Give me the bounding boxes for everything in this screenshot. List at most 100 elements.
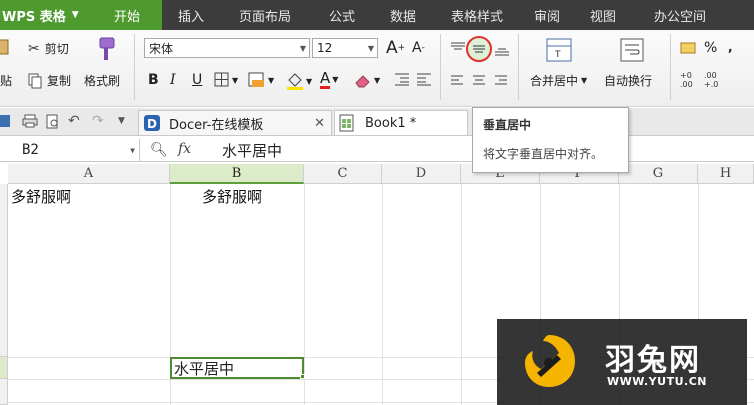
tab-page-layout[interactable]: 页面布局 xyxy=(220,0,310,30)
row-header[interactable] xyxy=(0,379,8,405)
bold-button[interactable]: B xyxy=(148,72,159,88)
format-painter-icon xyxy=(92,36,116,62)
underline-button[interactable]: U xyxy=(192,72,202,88)
column-header-a[interactable]: A xyxy=(8,164,170,184)
paste-icon xyxy=(0,39,9,55)
grid-line xyxy=(382,184,383,405)
decrease-decimal-button[interactable]: .00 +.0 xyxy=(704,70,722,88)
font-size-select[interactable]: 12 ▼ xyxy=(312,38,378,58)
decrease-decimal-icon: .00+.0 xyxy=(704,71,718,88)
spreadsheet-file-icon xyxy=(339,114,354,132)
wrap-text-button[interactable]: 自动换行 xyxy=(604,72,652,89)
italic-button[interactable]: I xyxy=(170,72,176,88)
indent-decrease-icon xyxy=(395,73,409,86)
name-box[interactable]: B2 ▼ xyxy=(0,139,140,161)
indent-decrease-button[interactable] xyxy=(394,72,410,86)
separator xyxy=(440,34,441,100)
svg-text:T: T xyxy=(554,50,561,60)
formula-bar: B2 ▼ 🔍︎ fx 水平居中 xyxy=(0,138,754,162)
align-middle-icon xyxy=(473,45,485,53)
increase-decimal-icon: +0.00 xyxy=(680,71,693,88)
indent-increase-button[interactable] xyxy=(416,72,432,86)
format-painter-button[interactable]: 格式刷 xyxy=(84,72,120,89)
borders-button[interactable]: ▼ xyxy=(214,72,238,88)
cell-style-button[interactable]: ▼ xyxy=(248,72,274,88)
cut-button[interactable]: ✂ 剪切 xyxy=(28,40,69,57)
percent-button[interactable]: % xyxy=(704,40,717,56)
column-header-b[interactable]: B xyxy=(170,164,304,184)
scissors-icon: ✂ xyxy=(28,40,40,57)
redo-icon[interactable]: ↷ xyxy=(92,113,104,129)
app-menu-button[interactable]: WPS 表格 ▼ xyxy=(0,0,92,30)
column-header-d[interactable]: D xyxy=(382,164,461,184)
tab-view[interactable]: 视图 xyxy=(572,0,634,30)
row-header[interactable] xyxy=(0,184,8,357)
svg-text:.00: .00 xyxy=(680,80,693,88)
paste-button[interactable] xyxy=(0,38,10,56)
chevron-down-icon: ▼ xyxy=(332,75,339,84)
shrink-font-label: A xyxy=(412,40,422,56)
font-color-button[interactable]: A ▼ xyxy=(320,70,338,89)
chevron-down-icon: ▼ xyxy=(367,43,374,53)
tab-table-style[interactable]: 表格样式 xyxy=(432,0,522,30)
comma-style-button[interactable]: , xyxy=(728,40,733,54)
docer-logo-icon: D xyxy=(144,115,160,131)
active-cell[interactable]: 水平居中 xyxy=(170,357,304,379)
tab-insert[interactable]: 插入 xyxy=(162,0,220,30)
shrink-font-button[interactable]: A- xyxy=(412,40,425,56)
align-right-button[interactable] xyxy=(494,74,508,86)
align-bottom-icon xyxy=(495,48,509,56)
tab-data[interactable]: 数据 xyxy=(374,0,432,30)
column-header-c[interactable]: C xyxy=(304,164,382,184)
formula-input[interactable]: 水平居中 xyxy=(222,138,282,162)
print-preview-icon[interactable] xyxy=(46,114,60,129)
font-color-icon: A xyxy=(320,69,331,89)
tab-office-space[interactable]: 办公空间 xyxy=(634,0,726,30)
fill-color-button[interactable]: ▼ xyxy=(286,72,312,90)
zoom-icon[interactable]: 🔍︎ xyxy=(150,142,168,158)
align-center-button[interactable] xyxy=(472,74,486,86)
merge-center-label: 合并居中 xyxy=(530,74,579,88)
align-middle-button[interactable] xyxy=(466,36,492,62)
increase-decimal-button[interactable]: +0.00 xyxy=(680,70,698,88)
chevron-down-icon: ▼ xyxy=(374,75,381,85)
separator xyxy=(134,34,135,100)
copy-button[interactable]: 复制 xyxy=(28,72,71,89)
app-name: WPS 表格 xyxy=(2,9,66,25)
chevron-down-icon: ▼ xyxy=(71,10,79,20)
save-icon[interactable] xyxy=(0,114,12,128)
grow-font-button[interactable]: A + xyxy=(386,38,405,58)
separator xyxy=(670,34,671,100)
close-icon[interactable]: ✕ xyxy=(314,116,325,131)
svg-text:.00: .00 xyxy=(704,71,717,80)
cell-b1-text[interactable]: 多舒服啊 xyxy=(202,186,262,207)
align-bottom-button[interactable] xyxy=(494,44,510,56)
clear-format-button[interactable]: ▼ xyxy=(354,72,380,88)
align-top-button[interactable] xyxy=(450,42,466,54)
tab-book1[interactable]: Book1 * xyxy=(334,110,468,135)
cut-label: 剪切 xyxy=(44,42,69,56)
align-left-button[interactable] xyxy=(450,74,464,86)
customize-toolbar-icon[interactable]: ▼ xyxy=(118,116,125,126)
font-name-select[interactable]: 宋体 ▼ xyxy=(144,38,310,58)
insert-function-button[interactable]: fx xyxy=(178,141,191,157)
fill-handle[interactable] xyxy=(300,374,305,379)
number-format-button[interactable] xyxy=(680,40,696,56)
undo-icon[interactable]: ↶ xyxy=(68,113,80,129)
tooltip-body: 将文字垂直居中对齐。 xyxy=(483,147,604,161)
tab-formulas[interactable]: 公式 xyxy=(310,0,374,30)
document-tabs-bar: ↶ ↷ ▼ D Docer-在线模板 ✕ Book1 * xyxy=(0,108,754,136)
row-header-selected[interactable] xyxy=(0,357,8,379)
cell-a1-text[interactable]: 多舒服啊 xyxy=(11,186,71,207)
tab-docer[interactable]: D Docer-在线模板 ✕ xyxy=(138,110,332,135)
tab-start[interactable]: 开始 xyxy=(92,0,162,30)
column-header-h[interactable]: H xyxy=(698,164,754,184)
tab-book1-label: Book1 * xyxy=(365,115,417,131)
chevron-down-icon: ▼ xyxy=(130,145,135,155)
tab-review[interactable]: 审阅 xyxy=(522,0,572,30)
ribbon: 贴 ✂ 剪切 复制 格式刷 宋体 ▼ 12 ▼ A + A- B I U ▼ ▼ … xyxy=(0,30,754,107)
column-header-g[interactable]: G xyxy=(619,164,698,184)
chevron-down-icon: ▼ xyxy=(581,76,588,85)
print-icon[interactable] xyxy=(22,114,38,128)
merge-center-button[interactable]: 合并居中 ▼ xyxy=(530,72,587,89)
